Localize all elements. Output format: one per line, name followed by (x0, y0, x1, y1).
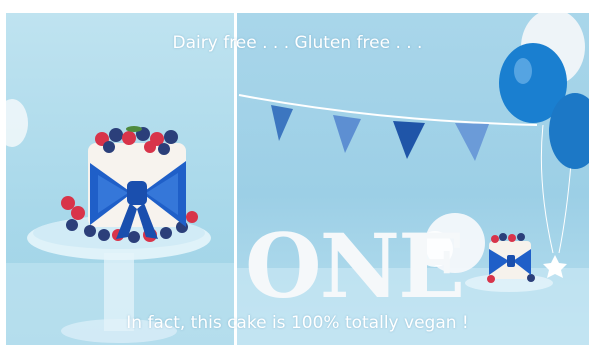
right-photo-illustration: ONE (237, 13, 589, 345)
bunting-pennants (271, 105, 489, 161)
photo-collage: ONE Dairy free . . . Gluten free . . . I… (6, 13, 589, 345)
balloon-highlight (514, 58, 532, 84)
caption-bottom: In fact, this cake is 100% totally vegan… (126, 313, 469, 333)
one-letters: ONE (245, 214, 463, 318)
balloon-string-2 (558, 162, 572, 254)
right-photo-panel: ONE (237, 13, 589, 345)
left-photo-illustration (6, 99, 234, 345)
white-flower-blur (6, 99, 28, 147)
caption-top: Dairy free . . . Gluten free . . . (172, 33, 423, 53)
left-photo-panel (6, 13, 234, 345)
